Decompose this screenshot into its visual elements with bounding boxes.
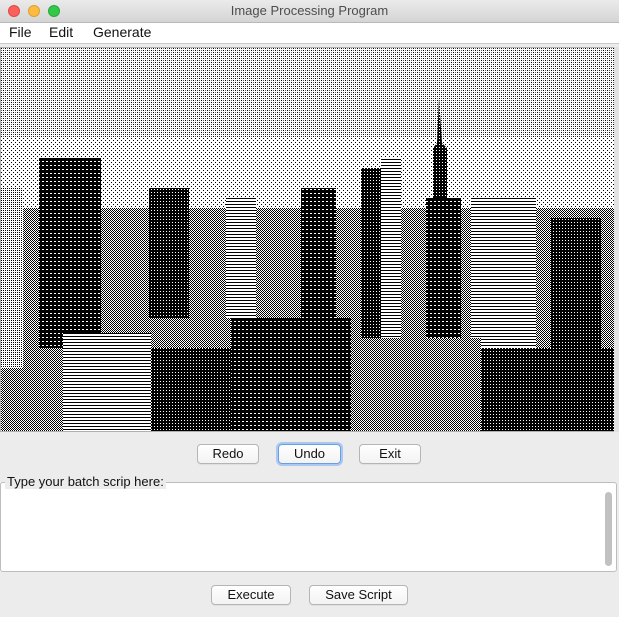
batch-script-legend: Type your batch scrip here: bbox=[5, 474, 166, 489]
title-bar[interactable]: Image Processing Program bbox=[0, 0, 619, 23]
execute-button[interactable]: Execute bbox=[211, 585, 291, 605]
menu-file[interactable]: File bbox=[8, 24, 33, 40]
redo-button[interactable]: Redo bbox=[197, 444, 259, 464]
batch-script-input[interactable] bbox=[4, 489, 604, 573]
menu-edit[interactable]: Edit bbox=[48, 24, 74, 40]
save-script-button[interactable]: Save Script bbox=[309, 585, 408, 605]
window-title: Image Processing Program bbox=[230, 3, 389, 18]
script-scrollbar[interactable] bbox=[602, 490, 614, 568]
exit-button[interactable]: Exit bbox=[359, 444, 421, 464]
dithered-city-skyline-image bbox=[1, 48, 614, 431]
image-canvas bbox=[0, 47, 615, 432]
menu-bar: File Edit Generate bbox=[0, 23, 619, 44]
script-scroll-thumb[interactable] bbox=[605, 492, 612, 566]
menu-generate[interactable]: Generate bbox=[92, 24, 152, 40]
app-window: Image Processing Program File Edit Gener… bbox=[0, 0, 619, 617]
image-area-gutter bbox=[614, 47, 619, 432]
undo-button[interactable]: Undo bbox=[278, 444, 341, 464]
